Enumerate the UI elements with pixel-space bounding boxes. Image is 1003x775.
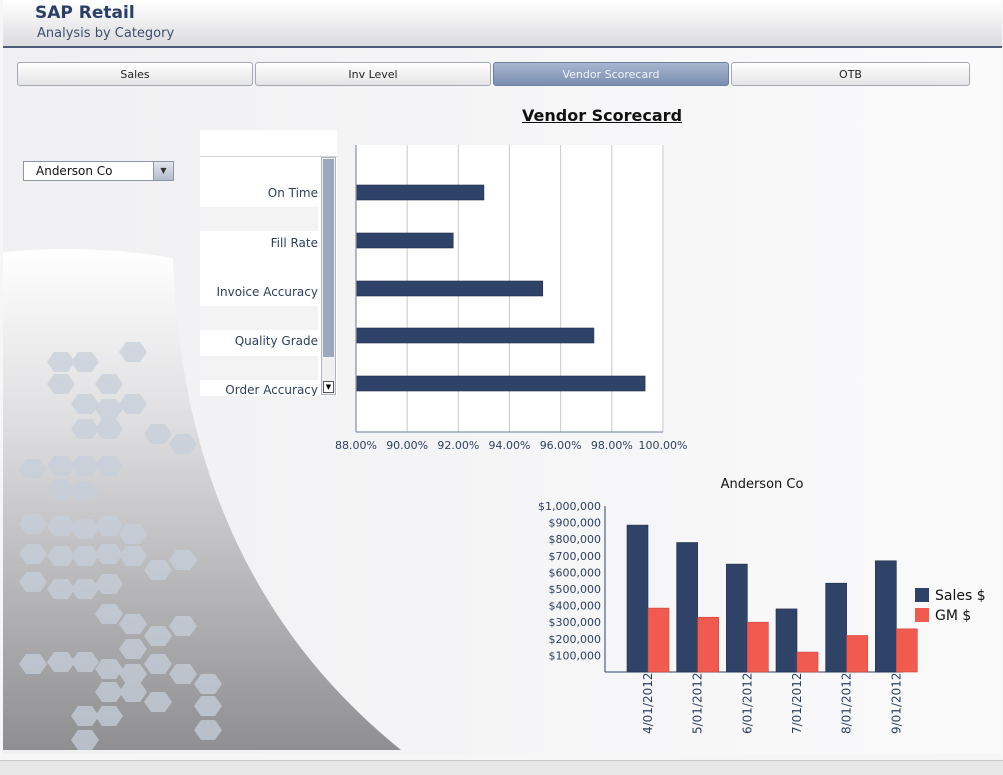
bar[interactable] bbox=[647, 607, 670, 673]
bar[interactable] bbox=[697, 616, 719, 673]
bar[interactable] bbox=[775, 608, 798, 673]
y-tick-label: $1,000,000 bbox=[538, 500, 601, 513]
y-tick-label: $700,000 bbox=[549, 550, 602, 563]
y-tick-label: $900,000 bbox=[549, 517, 602, 530]
x-tick-label: 92.00% bbox=[437, 439, 479, 452]
y-tick-label: $600,000 bbox=[549, 566, 602, 579]
app-subtitle: Analysis by Category bbox=[37, 26, 175, 41]
tab-vendor-scorecard[interactable]: Vendor Scorecard bbox=[493, 62, 729, 86]
chart-title: Anderson Co bbox=[721, 477, 804, 492]
bar[interactable] bbox=[875, 560, 897, 673]
x-tick-label: 96.00% bbox=[540, 439, 582, 452]
bar[interactable] bbox=[356, 327, 595, 344]
bar[interactable] bbox=[726, 563, 748, 673]
status-bar bbox=[0, 760, 1003, 775]
bar[interactable] bbox=[846, 635, 868, 673]
scorecard-title: Vendor Scorecard bbox=[522, 106, 683, 125]
category-label: Quality Grade bbox=[234, 334, 318, 348]
category-label: Order Accuracy bbox=[225, 383, 318, 396]
bar[interactable] bbox=[356, 184, 485, 201]
vendor-dropdown-value: Anderson Co bbox=[36, 164, 113, 178]
x-tick-label: 5/01/2012 bbox=[691, 672, 705, 734]
legend-swatch bbox=[915, 608, 929, 622]
category-label: Invoice Accuracy bbox=[216, 285, 318, 299]
legend-swatch bbox=[915, 588, 929, 602]
y-tick-label: $100,000 bbox=[549, 649, 602, 662]
bar[interactable] bbox=[796, 651, 819, 673]
y-tick-label: $500,000 bbox=[549, 583, 602, 596]
sales-gm-chart: Anderson Co $100,000 $200,000 $300,000 $400,… bbox=[538, 477, 986, 734]
tab-otb[interactable]: OTB bbox=[731, 62, 970, 86]
x-tick-label: 98.00% bbox=[591, 439, 633, 452]
legend-label: GM $ bbox=[935, 608, 971, 624]
category-label: On Time bbox=[267, 186, 318, 200]
x-tick-label: 88.00% bbox=[335, 439, 377, 452]
bar[interactable] bbox=[356, 232, 454, 249]
y-tick-label: $300,000 bbox=[549, 616, 602, 629]
x-tick-label: 6/01/2012 bbox=[740, 672, 754, 734]
tab-sales[interactable]: Sales bbox=[17, 62, 253, 86]
x-tick-label: 8/01/2012 bbox=[840, 672, 854, 734]
legend-label: Sales $ bbox=[935, 588, 986, 604]
bar[interactable] bbox=[896, 628, 918, 673]
y-tick-label: $200,000 bbox=[549, 633, 602, 646]
bar[interactable] bbox=[825, 582, 847, 673]
y-tick-label: $800,000 bbox=[549, 533, 602, 546]
category-list: On Time Fill Rate Invoice Accuracy Quali… bbox=[200, 130, 337, 396]
scorecard-chart: 88.00% 90.00% 92.00% 94.00% 96.00% 98.00% 100.… bbox=[335, 145, 688, 452]
chevron-down-icon[interactable]: ▼ bbox=[153, 162, 173, 180]
x-tick-label: 90.00% bbox=[386, 439, 428, 452]
bar[interactable] bbox=[747, 621, 769, 673]
x-tick-label: 9/01/2012 bbox=[889, 672, 903, 734]
bar[interactable] bbox=[626, 524, 649, 673]
bar[interactable] bbox=[356, 280, 544, 297]
x-tick-label: 4/01/2012 bbox=[641, 672, 655, 734]
vendor-dropdown[interactable]: Anderson Co ▼ bbox=[23, 161, 174, 181]
category-label: Fill Rate bbox=[270, 236, 318, 250]
x-tick-label: 100.00% bbox=[639, 439, 688, 452]
bar[interactable] bbox=[676, 542, 698, 673]
app-header: SAP Retail Analysis by Category bbox=[3, 0, 1002, 48]
app-title: SAP Retail bbox=[35, 3, 135, 23]
y-tick-label: $400,000 bbox=[549, 600, 602, 613]
tab-inv-level[interactable]: Inv Level bbox=[255, 62, 491, 86]
bar[interactable] bbox=[356, 375, 646, 392]
x-tick-label: 7/01/2012 bbox=[790, 672, 804, 734]
x-tick-label: 94.00% bbox=[489, 439, 531, 452]
